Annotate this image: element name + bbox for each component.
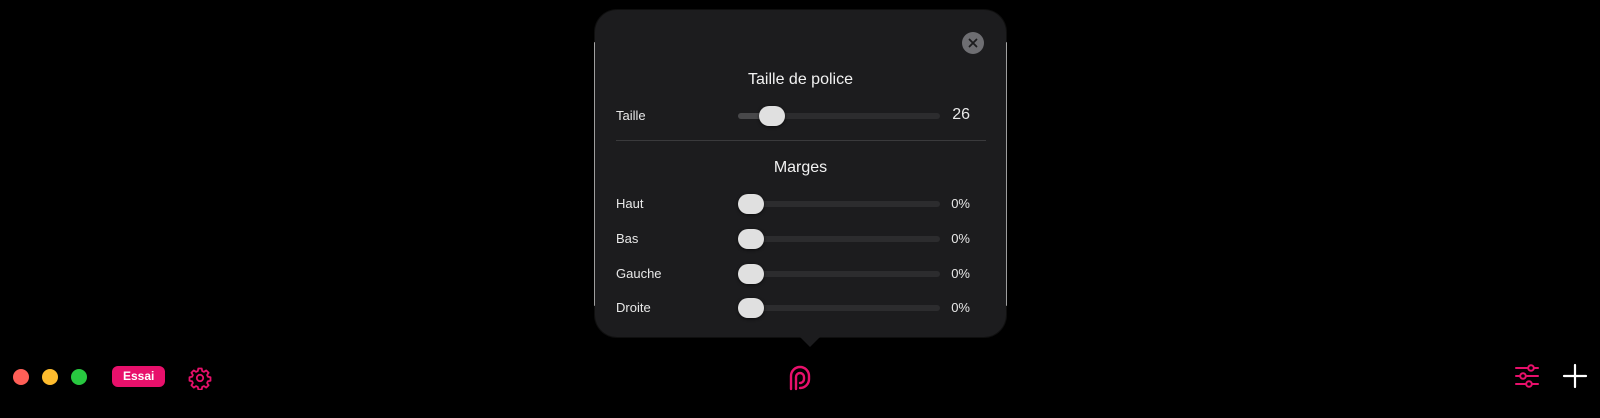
slider-thumb[interactable] [738,298,764,318]
margin-row-top: Haut 0% [616,192,986,216]
slider-thumb[interactable] [738,264,764,284]
plus-icon [1562,363,1588,389]
settings-button[interactable] [188,366,212,395]
font-size-slider[interactable] [738,104,940,128]
font-size-row: Taille 26 [616,104,986,128]
slider-track [738,201,940,207]
section-divider [616,140,986,141]
adjustments-button[interactable] [1514,363,1540,394]
slider-track [738,305,940,311]
gear-icon [188,367,212,391]
slider-thumb[interactable] [738,229,764,249]
trial-badge[interactable]: Essai [112,366,166,387]
margin-left-slider[interactable] [738,262,940,286]
slider-thumb[interactable] [738,194,764,214]
font-size-label: Taille [616,108,646,123]
margin-left-value: 0% [951,266,970,281]
font-size-title: Taille de police [748,71,853,88]
margin-bottom-value: 0% [951,231,970,246]
font-size-value: 26 [952,106,970,123]
margin-row-bottom: Bas 0% [616,227,986,251]
popover-arrow [797,334,823,347]
window-maximize-button[interactable] [71,369,87,385]
margin-bottom-label: Bas [616,231,639,246]
margin-right-label: Droite [616,300,651,315]
margin-row-right: Droite 0% [616,296,986,320]
slider-thumb[interactable] [759,106,786,126]
margins-title: Marges [773,159,828,176]
margin-right-value: 0% [951,300,970,315]
margin-row-left: Gauche 0% [616,262,986,286]
add-button[interactable] [1562,363,1588,394]
app-logo-icon [789,365,811,391]
margin-top-label: Haut [616,196,644,211]
margin-right-slider[interactable] [738,296,940,320]
close-button[interactable] [962,32,984,54]
window-minimize-button[interactable] [42,369,58,385]
margin-top-slider[interactable] [738,192,940,216]
sliders-icon [1515,364,1539,388]
margin-top-value: 0% [951,196,970,211]
window-close-button[interactable] [13,369,29,385]
margin-left-label: Gauche [616,266,662,281]
margin-bottom-slider[interactable] [738,227,940,251]
slider-track [738,236,940,242]
close-icon [968,38,978,48]
slider-track [738,271,940,277]
app-logo-button[interactable] [787,364,813,397]
